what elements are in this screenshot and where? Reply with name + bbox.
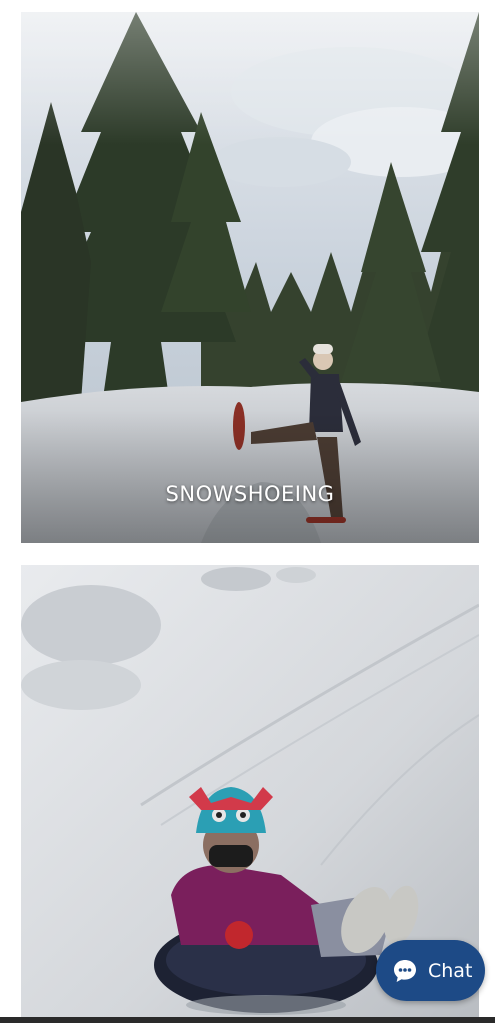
activity-card-snowshoeing[interactable]: SNOWSHOEING	[21, 12, 479, 543]
chat-button[interactable]: Chat	[376, 940, 485, 1001]
bottom-bar	[0, 1017, 495, 1023]
chat-label: Chat	[428, 959, 473, 982]
chat-bubble-icon	[392, 958, 418, 984]
activity-title: SNOWSHOEING	[165, 482, 335, 506]
page-edge	[489, 0, 495, 1023]
snowshoeing-photo	[21, 12, 479, 543]
